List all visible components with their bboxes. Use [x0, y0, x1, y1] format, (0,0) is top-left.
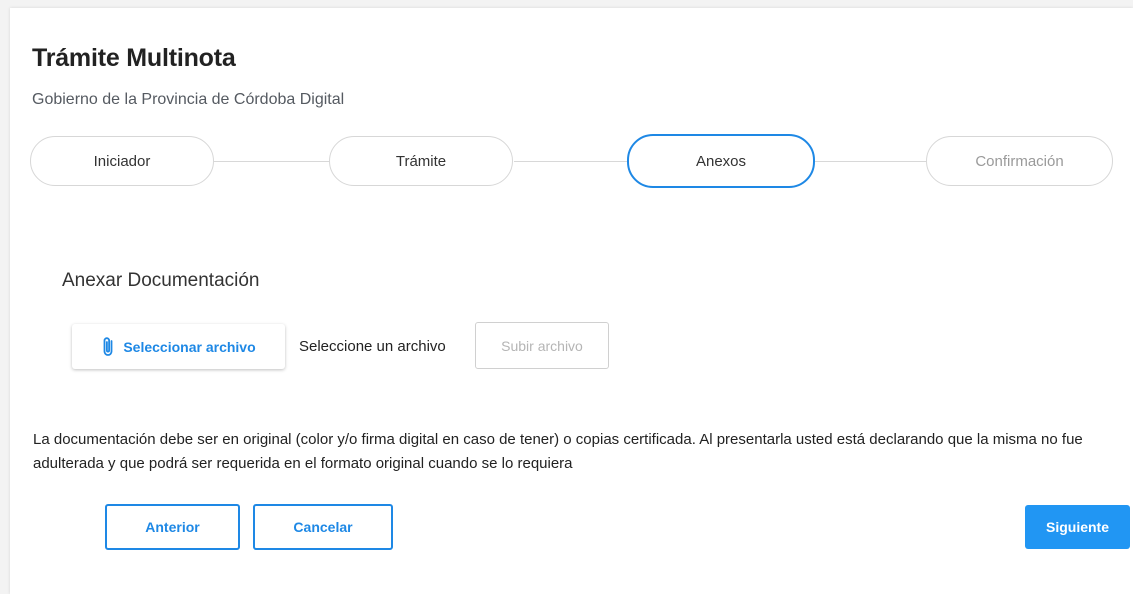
step-tramite[interactable]: Trámite — [329, 136, 513, 186]
file-status-text: Seleccione un archivo — [299, 338, 446, 355]
paperclip-icon — [101, 336, 115, 358]
step-confirmacion: Confirmación — [926, 136, 1113, 186]
page-subtitle: Gobierno de la Provincia de Córdoba Digi… — [32, 91, 345, 108]
stepper: Iniciador Trámite Anexos Confirmación — [30, 134, 1114, 188]
step-iniciador[interactable]: Iniciador — [30, 136, 214, 186]
select-file-button[interactable]: Seleccionar archivo — [72, 324, 285, 369]
step-anexos[interactable]: Anexos — [627, 134, 815, 188]
form-card: Trámite Multinota Gobierno de la Provinc… — [10, 8, 1133, 594]
next-button[interactable]: Siguiente — [1025, 505, 1130, 549]
stepper-connector — [214, 161, 330, 162]
previous-button[interactable]: Anterior — [105, 504, 240, 550]
page-title: Trámite Multinota — [32, 44, 236, 72]
page-background: Trámite Multinota Gobierno de la Provinc… — [0, 0, 1133, 594]
stepper-connector — [514, 161, 628, 162]
upload-file-button[interactable]: Subir archivo — [475, 322, 609, 369]
cancel-button[interactable]: Cancelar — [253, 504, 393, 550]
section-title: Anexar Documentación — [62, 270, 260, 291]
select-file-button-label: Seleccionar archivo — [123, 338, 256, 355]
documentation-note: La documentación debe ser en original (c… — [33, 431, 1083, 472]
stepper-connector — [812, 161, 928, 162]
